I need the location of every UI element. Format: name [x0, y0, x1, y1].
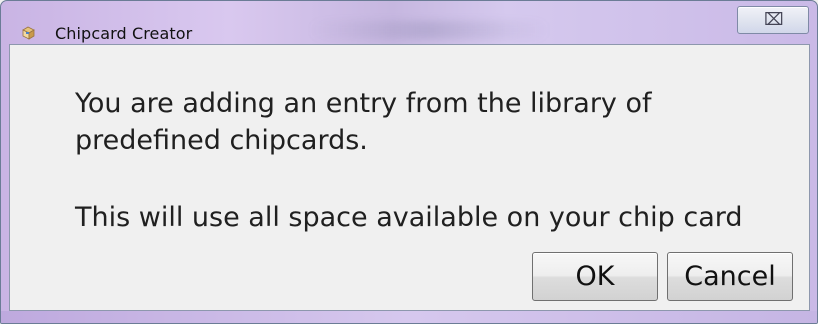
chipcard-app-icon	[22, 26, 35, 40]
title-bar[interactable]: Chipcard Creator ⌧	[1, 1, 817, 44]
close-icon: ⌧	[764, 10, 784, 30]
window-title: Chipcard Creator	[55, 24, 193, 43]
dialog-message-primary: You are adding an entry from the library…	[75, 88, 652, 156]
glass-background-blur	[309, 21, 549, 39]
window-bottom-border	[1, 311, 817, 323]
dialog-message-secondary: This will use all space available on you…	[75, 202, 743, 233]
chipcard-creator-window: Chipcard Creator ⌧ You are adding an ent…	[0, 0, 818, 324]
ok-button[interactable]: OK	[532, 252, 658, 301]
close-button[interactable]: ⌧	[737, 6, 809, 34]
cancel-button[interactable]: Cancel	[667, 252, 793, 301]
dialog-content: You are adding an entry from the library…	[9, 44, 810, 311]
